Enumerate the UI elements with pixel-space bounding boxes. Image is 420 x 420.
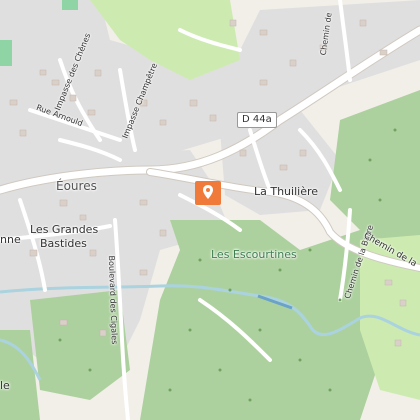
place-label-nne: nne: [0, 233, 21, 246]
map-pin-icon: [195, 181, 221, 205]
place-label-les-escourtines: Les Escourtines: [211, 248, 297, 261]
map-view[interactable]: Éoures La Thuilière Les Grandes Bastides…: [0, 0, 420, 420]
place-label-bastides: Bastides: [40, 237, 87, 250]
place-label-les-grandes: Les Grandes: [30, 223, 99, 236]
place-label-eoures: Éoures: [56, 179, 97, 193]
map-canvas: [0, 0, 420, 420]
place-label-la-thuiliere: La Thuilière: [254, 185, 319, 198]
location-marker[interactable]: [195, 181, 221, 207]
road-label-boulevard-cigales: Boulevard des Cigales: [106, 255, 119, 345]
place-label-le: le: [0, 379, 10, 392]
road-shield-d44a: D 44a: [237, 112, 277, 128]
